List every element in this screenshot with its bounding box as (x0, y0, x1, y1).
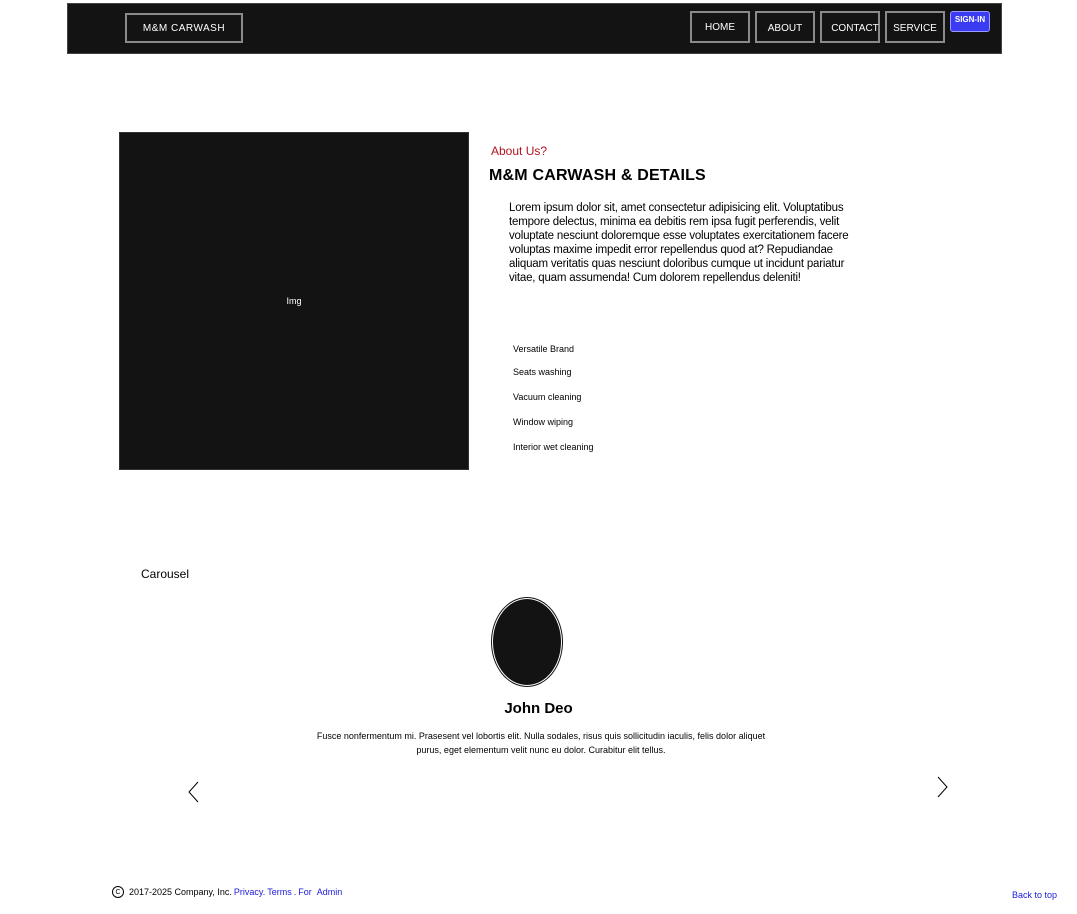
chevron-left-icon[interactable] (186, 780, 202, 804)
sign-in-button[interactable]: SIGN-IN (950, 11, 990, 32)
nav-contact-link[interactable]: CONTACT (820, 11, 880, 43)
navbar: M&M CARWASH HOME ABOUT CONTACT SERVICE S… (67, 3, 1002, 54)
copyright-icon: C (112, 886, 124, 898)
feature-item: Vacuum cleaning (513, 392, 582, 402)
nav-about-link[interactable]: ABOUT (755, 11, 815, 43)
about-description: Lorem ipsum dolor sit, amet consectetur … (509, 202, 849, 284)
copyright-text: 2017-2025 Company, Inc. (129, 887, 232, 897)
footer-separator: . (293, 887, 297, 897)
privacy-link[interactable]: Privacy. (234, 887, 265, 897)
terms-link[interactable]: Terms (267, 887, 292, 897)
nav-home-link[interactable]: HOME (690, 11, 750, 43)
feature-item: Versatile Brand (513, 344, 575, 354)
about-image-placeholder: Img (119, 132, 469, 470)
about-title: M&M CARWASH & DETAILS (489, 167, 706, 184)
chevron-right-icon[interactable] (934, 775, 950, 799)
carousel-label: Carousel (141, 567, 190, 581)
footer: C 2017-2025 Company, Inc. Privacy. Terms… (112, 886, 342, 898)
admin-link[interactable]: Admin (317, 887, 343, 897)
for-link[interactable]: For (298, 887, 312, 897)
image-label: Img (286, 296, 302, 306)
testimonial-text: Fusce nonfermentum mi. Prasesent vel lob… (316, 731, 766, 755)
nav-service-link[interactable]: SERVICE (885, 11, 945, 43)
avatar (492, 598, 562, 686)
back-to-top-link[interactable]: Back to top (1012, 890, 1057, 900)
brand-logo[interactable]: M&M CARWASH (125, 13, 243, 43)
feature-item: Seats washing (513, 367, 572, 377)
feature-item: Interior wet cleaning (513, 442, 594, 452)
about-eyebrow: About Us? (491, 144, 548, 158)
testimonial-name: John Deo (504, 700, 573, 717)
feature-item: Window wiping (513, 417, 574, 427)
